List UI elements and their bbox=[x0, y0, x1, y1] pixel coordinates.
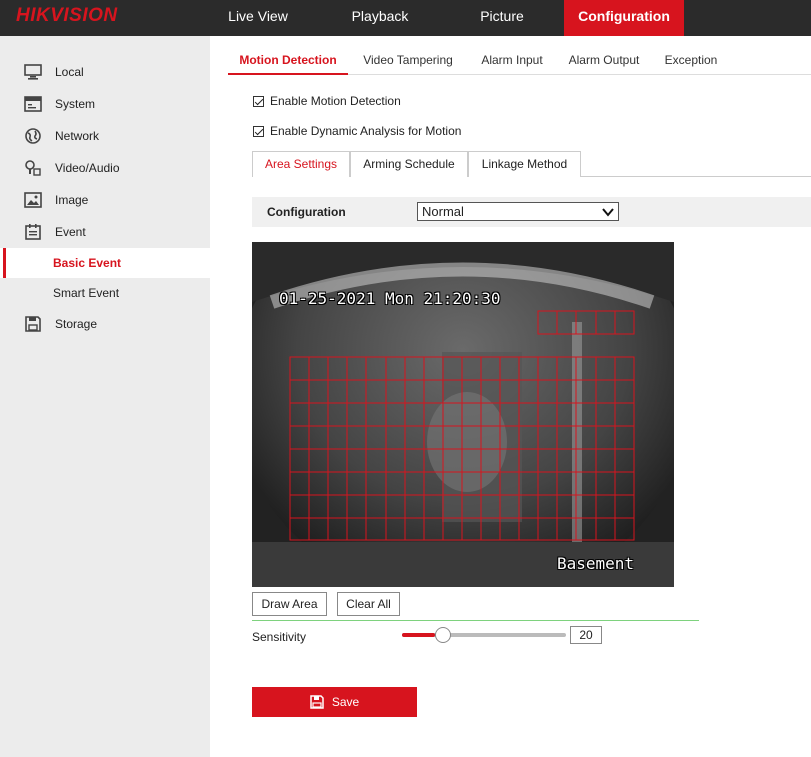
top-navigation-bar: HIKVISION Live View Playback Picture Con… bbox=[0, 0, 811, 36]
enable-dynamic-analysis-checkbox[interactable] bbox=[253, 125, 264, 137]
active-indicator bbox=[3, 248, 6, 278]
brand-logo: HIKVISION bbox=[16, 5, 118, 26]
tab-alarm-input[interactable]: Alarm Input bbox=[474, 46, 550, 75]
sidebar-subitem-smart-event[interactable]: Smart Event bbox=[0, 278, 210, 308]
chevron-down-icon bbox=[602, 208, 614, 217]
calendar-list-icon bbox=[25, 224, 41, 240]
system-window-icon bbox=[24, 96, 42, 112]
sidebar-subitem-label: Basic Event bbox=[53, 256, 122, 270]
area-subtabs: Area Settings Arming Schedule Linkage Me… bbox=[252, 151, 811, 177]
nav-picture[interactable]: Picture bbox=[452, 0, 552, 36]
configuration-select-value: Normal bbox=[422, 204, 464, 219]
enable-motion-detection-label: Enable Motion Detection bbox=[270, 94, 401, 108]
enable-motion-detection-row: Enable Motion Detection bbox=[253, 93, 401, 109]
sidebar-item-label: Event bbox=[55, 225, 86, 239]
sidebar-subitem-label: Smart Event bbox=[53, 286, 120, 300]
motion-area-grid bbox=[289, 310, 635, 541]
sidebar-item-local[interactable]: Local bbox=[0, 57, 210, 87]
save-button-label: Save bbox=[331, 695, 360, 709]
divider bbox=[252, 620, 699, 621]
sidebar-item-label: System bbox=[55, 97, 96, 111]
sensitivity-slider[interactable] bbox=[402, 626, 566, 644]
enable-motion-detection-checkbox[interactable] bbox=[253, 95, 264, 107]
sidebar: Local System Network Video/Audio Image E… bbox=[0, 36, 210, 757]
enable-dynamic-analysis-label: Enable Dynamic Analysis for Motion bbox=[270, 124, 462, 138]
tab-alarm-output[interactable]: Alarm Output bbox=[564, 46, 644, 75]
floppy-icon bbox=[310, 695, 324, 709]
sidebar-item-label: Image bbox=[55, 193, 89, 207]
sidebar-item-network[interactable]: Network bbox=[0, 121, 210, 151]
event-tabs: Motion Detection Video Tampering Alarm I… bbox=[228, 46, 811, 75]
slider-handle[interactable] bbox=[434, 627, 451, 643]
subtab-arming-schedule[interactable]: Arming Schedule bbox=[350, 151, 468, 177]
configuration-select[interactable]: Normal bbox=[417, 202, 619, 221]
slider-fill bbox=[402, 633, 435, 637]
configuration-row: Configuration Normal bbox=[252, 197, 811, 227]
clear-all-button[interactable]: Clear All bbox=[337, 592, 400, 616]
video-preview[interactable]: 01-25-2021 Mon 21:20:30 Basement bbox=[252, 242, 674, 587]
sensitivity-label: Sensitivity bbox=[252, 630, 307, 644]
sidebar-item-label: Network bbox=[55, 129, 100, 143]
sidebar-item-video-audio[interactable]: Video/Audio bbox=[0, 153, 210, 183]
microphone-icon bbox=[25, 160, 41, 176]
sidebar-item-image[interactable]: Image bbox=[0, 185, 210, 215]
sidebar-item-event[interactable]: Event bbox=[0, 217, 210, 247]
subtab-linkage-method[interactable]: Linkage Method bbox=[468, 151, 581, 177]
sensitivity-value-input[interactable]: 20 bbox=[570, 626, 602, 644]
sidebar-item-label: Storage bbox=[55, 317, 98, 331]
sidebar-item-system[interactable]: System bbox=[0, 89, 210, 119]
save-button[interactable]: Save bbox=[252, 687, 417, 717]
enable-dynamic-analysis-row: Enable Dynamic Analysis for Motion bbox=[253, 123, 461, 139]
configuration-label: Configuration bbox=[267, 205, 346, 219]
sidebar-item-storage[interactable]: Storage bbox=[0, 309, 210, 339]
image-icon bbox=[24, 192, 42, 208]
globe-icon bbox=[25, 128, 41, 144]
nav-live-view[interactable]: Live View bbox=[210, 0, 306, 36]
sidebar-subitem-basic-event[interactable]: Basic Event bbox=[0, 248, 210, 278]
sidebar-item-label: Video/Audio bbox=[55, 161, 120, 175]
draw-area-button[interactable]: Draw Area bbox=[252, 592, 327, 616]
tab-exception[interactable]: Exception bbox=[658, 46, 724, 75]
subtab-area-settings[interactable]: Area Settings bbox=[252, 151, 350, 177]
nav-configuration[interactable]: Configuration bbox=[564, 0, 684, 36]
floppy-icon bbox=[25, 316, 41, 332]
tab-motion-detection[interactable]: Motion Detection bbox=[228, 46, 348, 75]
sidebar-item-label: Local bbox=[55, 65, 84, 79]
tab-video-tampering[interactable]: Video Tampering bbox=[358, 46, 458, 75]
nav-playback[interactable]: Playback bbox=[330, 0, 430, 36]
monitor-icon bbox=[24, 64, 42, 80]
